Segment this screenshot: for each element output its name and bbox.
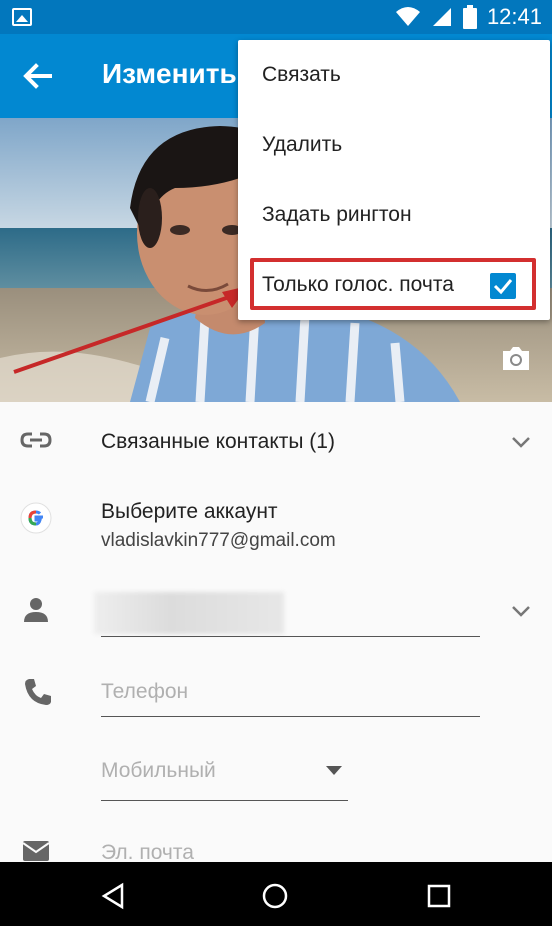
status-bar: 12:41 [0,0,552,34]
phone-field-underline [101,716,480,717]
phone-type-underline [101,800,348,801]
voicemail-checkbox[interactable] [490,273,516,299]
chevron-down-icon[interactable] [509,603,533,619]
account-email: vladislavkin777@gmail.com [101,530,336,551]
phone-input[interactable]: Телефон [101,680,188,704]
wifi-icon [395,7,420,26]
battery-icon [462,5,477,29]
menu-item-link[interactable]: Связать [238,40,550,110]
phone-type-select[interactable]: Мобильный [101,759,216,783]
menu-item-ringtone[interactable]: Задать рингтон [238,180,550,250]
person-icon [24,598,48,622]
account-title[interactable]: Выберите аккаунт [101,500,278,524]
recents-nav-icon[interactable] [427,884,451,908]
navigation-bar [0,862,552,926]
back-nav-icon[interactable] [100,882,126,910]
signal-icon [432,8,451,26]
google-icon [20,502,52,534]
link-icon [20,432,52,448]
menu-item-delete[interactable]: Удалить [238,110,550,180]
linked-contacts-label[interactable]: Связанные контакты (1) [101,430,335,454]
arrow-back-icon[interactable] [18,56,58,96]
gallery-icon [12,8,32,26]
clock: 12:41 [486,4,542,29]
name-field-underline [101,636,480,637]
camera-icon[interactable] [500,344,532,372]
dropdown-arrow-icon[interactable] [326,766,342,776]
chevron-down-icon[interactable] [509,434,533,450]
phone-icon [25,679,51,705]
home-nav-icon[interactable] [261,882,289,910]
name-field-blurred[interactable] [94,592,284,634]
page-title: Изменить [102,58,237,89]
check-icon [493,279,513,295]
